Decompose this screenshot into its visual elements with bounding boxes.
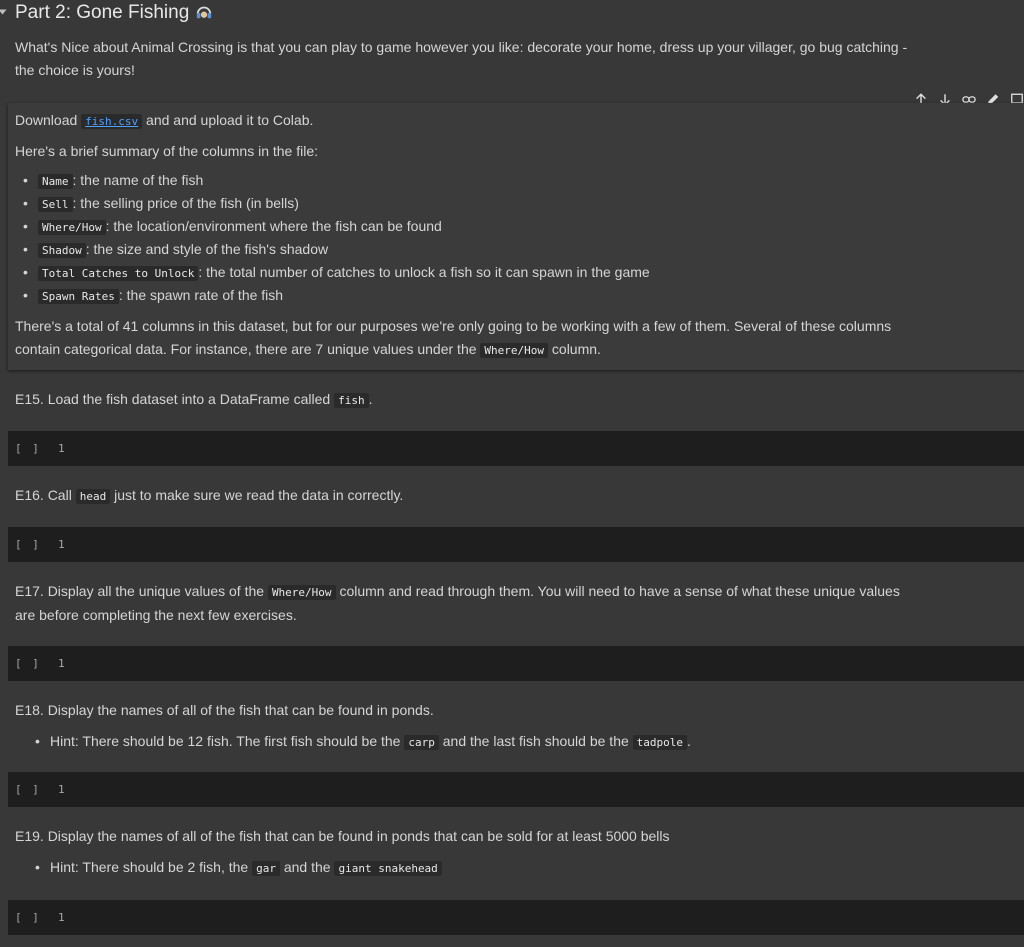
line-number: 1 [58,783,65,796]
columns-list: Name: the name of the fish Sell: the sel… [15,169,945,307]
markdown-cell[interactable]: Download fish.csv and and upload it to C… [8,103,1024,370]
collapse-caret-icon[interactable] [0,9,7,15]
run-cell-button[interactable]: [ ] [15,442,41,455]
download-line: Download fish.csv and and upload it to C… [15,112,314,129]
list-item: Spawn Rates: the spawn rate of the fish [15,284,945,307]
code-cell-e19[interactable]: [ ] 1 [8,900,1024,935]
run-cell-button[interactable]: [ ] [15,911,41,924]
list-item: Name: the name of the fish [15,169,945,192]
line-number: 1 [58,911,65,924]
line-number: 1 [58,442,65,455]
exercise-e19: E19. Display the names of all of the fis… [15,825,945,880]
hint-item: Hint: There should be 2 fish, the gar an… [15,856,945,880]
run-cell-button[interactable]: [ ] [15,657,41,670]
code-cell-e15[interactable]: [ ] 1 [8,431,1024,466]
headphone-emoji-icon [197,6,212,19]
list-item: Where/How: the location/environment wher… [15,215,945,238]
exercise-e17: E17. Display all the unique values of th… [15,583,900,623]
line-number: 1 [58,657,65,670]
section-title: Part 2: Gone Fishing [15,2,213,24]
code-cell-e16[interactable]: [ ] 1 [8,527,1024,562]
run-cell-button[interactable]: [ ] [15,783,41,796]
list-item: Shadow: the size and style of the fish's… [15,238,945,261]
fish-csv-link[interactable]: fish.csv [81,114,143,129]
columns-outro: There's a total of 41 columns in this da… [15,318,892,358]
list-item: Sell: the selling price of the fish (in … [15,192,945,215]
exercise-e15: E15. Load the fish dataset into a DataFr… [15,391,373,408]
line-number: 1 [58,538,65,551]
list-item: Total Catches to Unlock: the total numbe… [15,261,945,284]
exercise-e18: E18. Display the names of all of the fis… [15,699,945,754]
hint-item: Hint: There should be 12 fish. The first… [15,730,945,754]
code-cell-e18[interactable]: [ ] 1 [8,772,1024,807]
section-heading: Part 2: Gone Fishing [0,0,1024,28]
run-cell-button[interactable]: [ ] [15,538,41,551]
code-cell-e17[interactable]: [ ] 1 [8,646,1024,681]
intro-paragraph: What's Nice about Animal Crossing is tha… [15,39,908,78]
exercise-e16: E16. Call head just to make sure we read… [15,487,404,504]
summary-intro: Here's a brief summary of the columns in… [15,143,319,159]
